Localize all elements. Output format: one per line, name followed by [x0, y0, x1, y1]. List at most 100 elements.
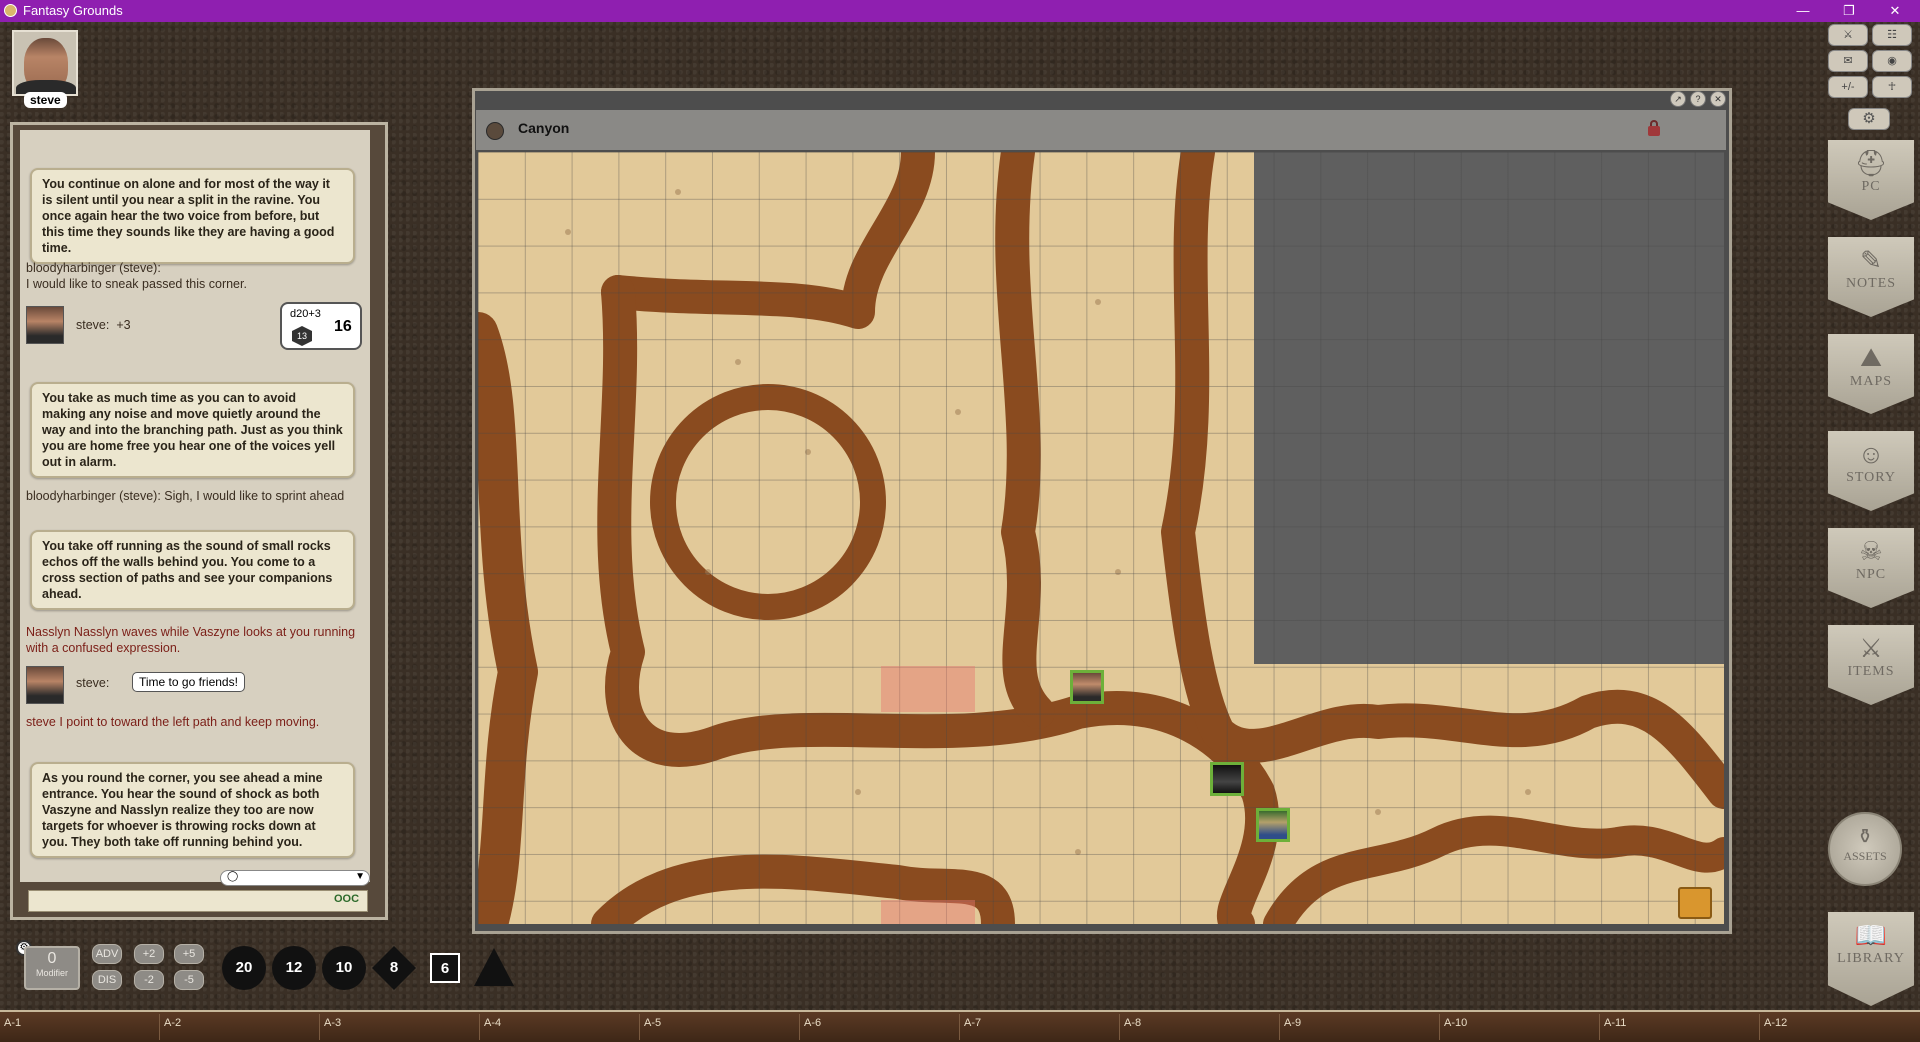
- plus2-button[interactable]: +2: [134, 944, 164, 964]
- adv-button[interactable]: ADV: [92, 944, 122, 964]
- d4-die[interactable]: [472, 946, 516, 990]
- chat-log[interactable]: You continue on alone and for most of th…: [20, 130, 370, 882]
- story-message: You continue on alone and for most of th…: [30, 168, 355, 264]
- chat-input[interactable]: [28, 890, 368, 912]
- modifier-value: 0: [47, 950, 57, 967]
- map-canvas[interactable]: [478, 152, 1724, 924]
- hotkey-label: A-4: [484, 1017, 502, 1029]
- chat-avatar: [26, 306, 64, 344]
- hotkey-label: A-8: [1124, 1017, 1142, 1029]
- sidebar-tab-label: STORY: [1846, 470, 1896, 485]
- sidebar-tab-items[interactable]: ⚔ ITEMS: [1828, 625, 1914, 705]
- sidebar-tab-notes[interactable]: ✎ NOTES: [1828, 237, 1914, 317]
- sidebar-tab-npc[interactable]: ☠ NPC: [1828, 528, 1914, 608]
- quill-icon: ✎: [1860, 245, 1882, 275]
- sidebar-tab-story[interactable]: ☺ STORY: [1828, 431, 1914, 511]
- ooc-toggle[interactable]: OOC: [334, 893, 359, 905]
- hotkey-slot[interactable]: A-3: [320, 1014, 480, 1040]
- d6-die[interactable]: 6: [430, 953, 460, 983]
- token-steve[interactable]: [1070, 670, 1104, 704]
- roll-total: 16: [334, 318, 352, 335]
- swords-icon: ⚔: [1859, 633, 1883, 663]
- helmet-icon: ⛑: [1854, 148, 1888, 178]
- speech-speaker: steve:: [76, 676, 110, 690]
- close-button[interactable]: ✕: [1872, 0, 1918, 22]
- share-icon[interactable]: ↗: [1670, 91, 1686, 107]
- calendar-button[interactable]: ◉: [1872, 50, 1912, 72]
- sidebar-tab-label: PC: [1861, 179, 1881, 194]
- book-icon: 📖: [1854, 920, 1888, 950]
- hotkey-slot[interactable]: A-5: [640, 1014, 800, 1040]
- party-sheet-button[interactable]: ☷: [1872, 24, 1912, 46]
- emote-line: Nasslyn Nasslyn waves while Vaszyne look…: [26, 625, 356, 655]
- chat-line: bloodyharbinger (steve): Sigh, I would l…: [26, 489, 345, 503]
- dis-button[interactable]: DIS: [92, 970, 122, 990]
- hotkey-slot[interactable]: A-6: [800, 1014, 960, 1040]
- hotkey-slot[interactable]: A-4: [480, 1014, 640, 1040]
- lock-icon[interactable]: [1648, 120, 1660, 136]
- roll-speaker: steve: +3: [76, 318, 131, 332]
- map-tools-icon[interactable]: [1678, 887, 1712, 919]
- hotkey-slot[interactable]: A-12: [1760, 1014, 1920, 1040]
- roll-modifier: +3: [116, 318, 131, 332]
- hotkey-label: A-7: [964, 1017, 982, 1029]
- sidebar-tab-label: MAPS: [1849, 374, 1893, 389]
- minus2-button[interactable]: -2: [134, 970, 164, 990]
- d8-die[interactable]: 8: [372, 946, 416, 990]
- modifier-label: Modifier: [35, 968, 68, 978]
- plus5-button[interactable]: +5: [174, 944, 204, 964]
- skull-icon: ☠: [1859, 536, 1883, 566]
- hotkey-slot[interactable]: A-9: [1280, 1014, 1440, 1040]
- story-message: You take as much time as you can to avoi…: [30, 382, 355, 478]
- minimize-button[interactable]: —: [1780, 0, 1826, 22]
- chat-line: I would like to sneak passed this corner…: [26, 277, 247, 291]
- hotkey-slot[interactable]: A-7: [960, 1014, 1120, 1040]
- tables-button[interactable]: ✉: [1828, 50, 1868, 72]
- token-nasslyn[interactable]: [1256, 808, 1290, 842]
- hotkey-slot[interactable]: A-8: [1120, 1014, 1280, 1040]
- d12-die[interactable]: 12: [272, 946, 316, 990]
- sidebar-tab-label: NOTES: [1845, 276, 1897, 291]
- roll-expression: d20+3: [290, 308, 321, 320]
- sidebar-tab-maps[interactable]: ⛰ MAPS: [1828, 334, 1914, 414]
- map-link-icon[interactable]: [486, 122, 504, 140]
- chat-line: bloodyharbinger (steve):: [26, 261, 161, 275]
- hotkey-slot[interactable]: A-1: [0, 1014, 160, 1040]
- assets-button[interactable]: ⚱ ASSETS: [1828, 812, 1902, 886]
- minus5-button[interactable]: -5: [174, 970, 204, 990]
- settings-gear-icon[interactable]: ⚙: [1848, 108, 1890, 130]
- effects-button[interactable]: +/-: [1828, 76, 1868, 98]
- sidebar-tab-label: ITEMS: [1847, 664, 1895, 679]
- hotkey-label: A-2: [164, 1017, 182, 1029]
- player-portrait[interactable]: [12, 30, 78, 96]
- token-vaszyne[interactable]: [1210, 762, 1244, 796]
- sidebar-tab-library[interactable]: 📖 LIBRARY: [1828, 912, 1914, 1006]
- chest-icon: ⚱: [1856, 826, 1874, 848]
- modifiers-button[interactable]: ☥: [1872, 76, 1912, 98]
- app-icon: [4, 4, 17, 17]
- hotkey-label: A-1: [4, 1017, 22, 1029]
- enemy-highlight: [881, 900, 975, 924]
- map-window-controls: ↗? ✕: [1666, 90, 1726, 107]
- help-icon[interactable]: ?: [1690, 91, 1706, 107]
- d10-die[interactable]: 10: [322, 946, 366, 990]
- hotkey-slot[interactable]: A-10: [1440, 1014, 1600, 1040]
- sidebar-tab-label: LIBRARY: [1837, 951, 1905, 966]
- combat-tracker-button[interactable]: ⚔: [1828, 24, 1868, 46]
- hotkey-slot[interactable]: A-11: [1600, 1014, 1760, 1040]
- map-title: Canyon: [518, 120, 570, 136]
- chat-mode-dropdown[interactable]: ◯ ▼: [220, 870, 370, 886]
- chat-avatar: [26, 666, 64, 704]
- sidebar-tab-pc[interactable]: ⛑ PC: [1828, 140, 1914, 220]
- map-header: Canyon: [476, 110, 1726, 150]
- hotkey-slot[interactable]: A-2: [160, 1014, 320, 1040]
- window-title: Fantasy Grounds: [23, 3, 123, 18]
- story-message: You take off running as the sound of sma…: [30, 530, 355, 610]
- hotkey-label: A-10: [1444, 1017, 1468, 1029]
- restore-button[interactable]: ❐: [1826, 0, 1872, 22]
- d20-die[interactable]: 20: [222, 946, 266, 990]
- modifier-box[interactable]: 0 Modifier: [24, 946, 80, 990]
- masks-icon: ☺: [1857, 439, 1885, 469]
- close-map-icon[interactable]: ✕: [1710, 91, 1726, 107]
- assets-label: ASSETS: [1843, 849, 1887, 863]
